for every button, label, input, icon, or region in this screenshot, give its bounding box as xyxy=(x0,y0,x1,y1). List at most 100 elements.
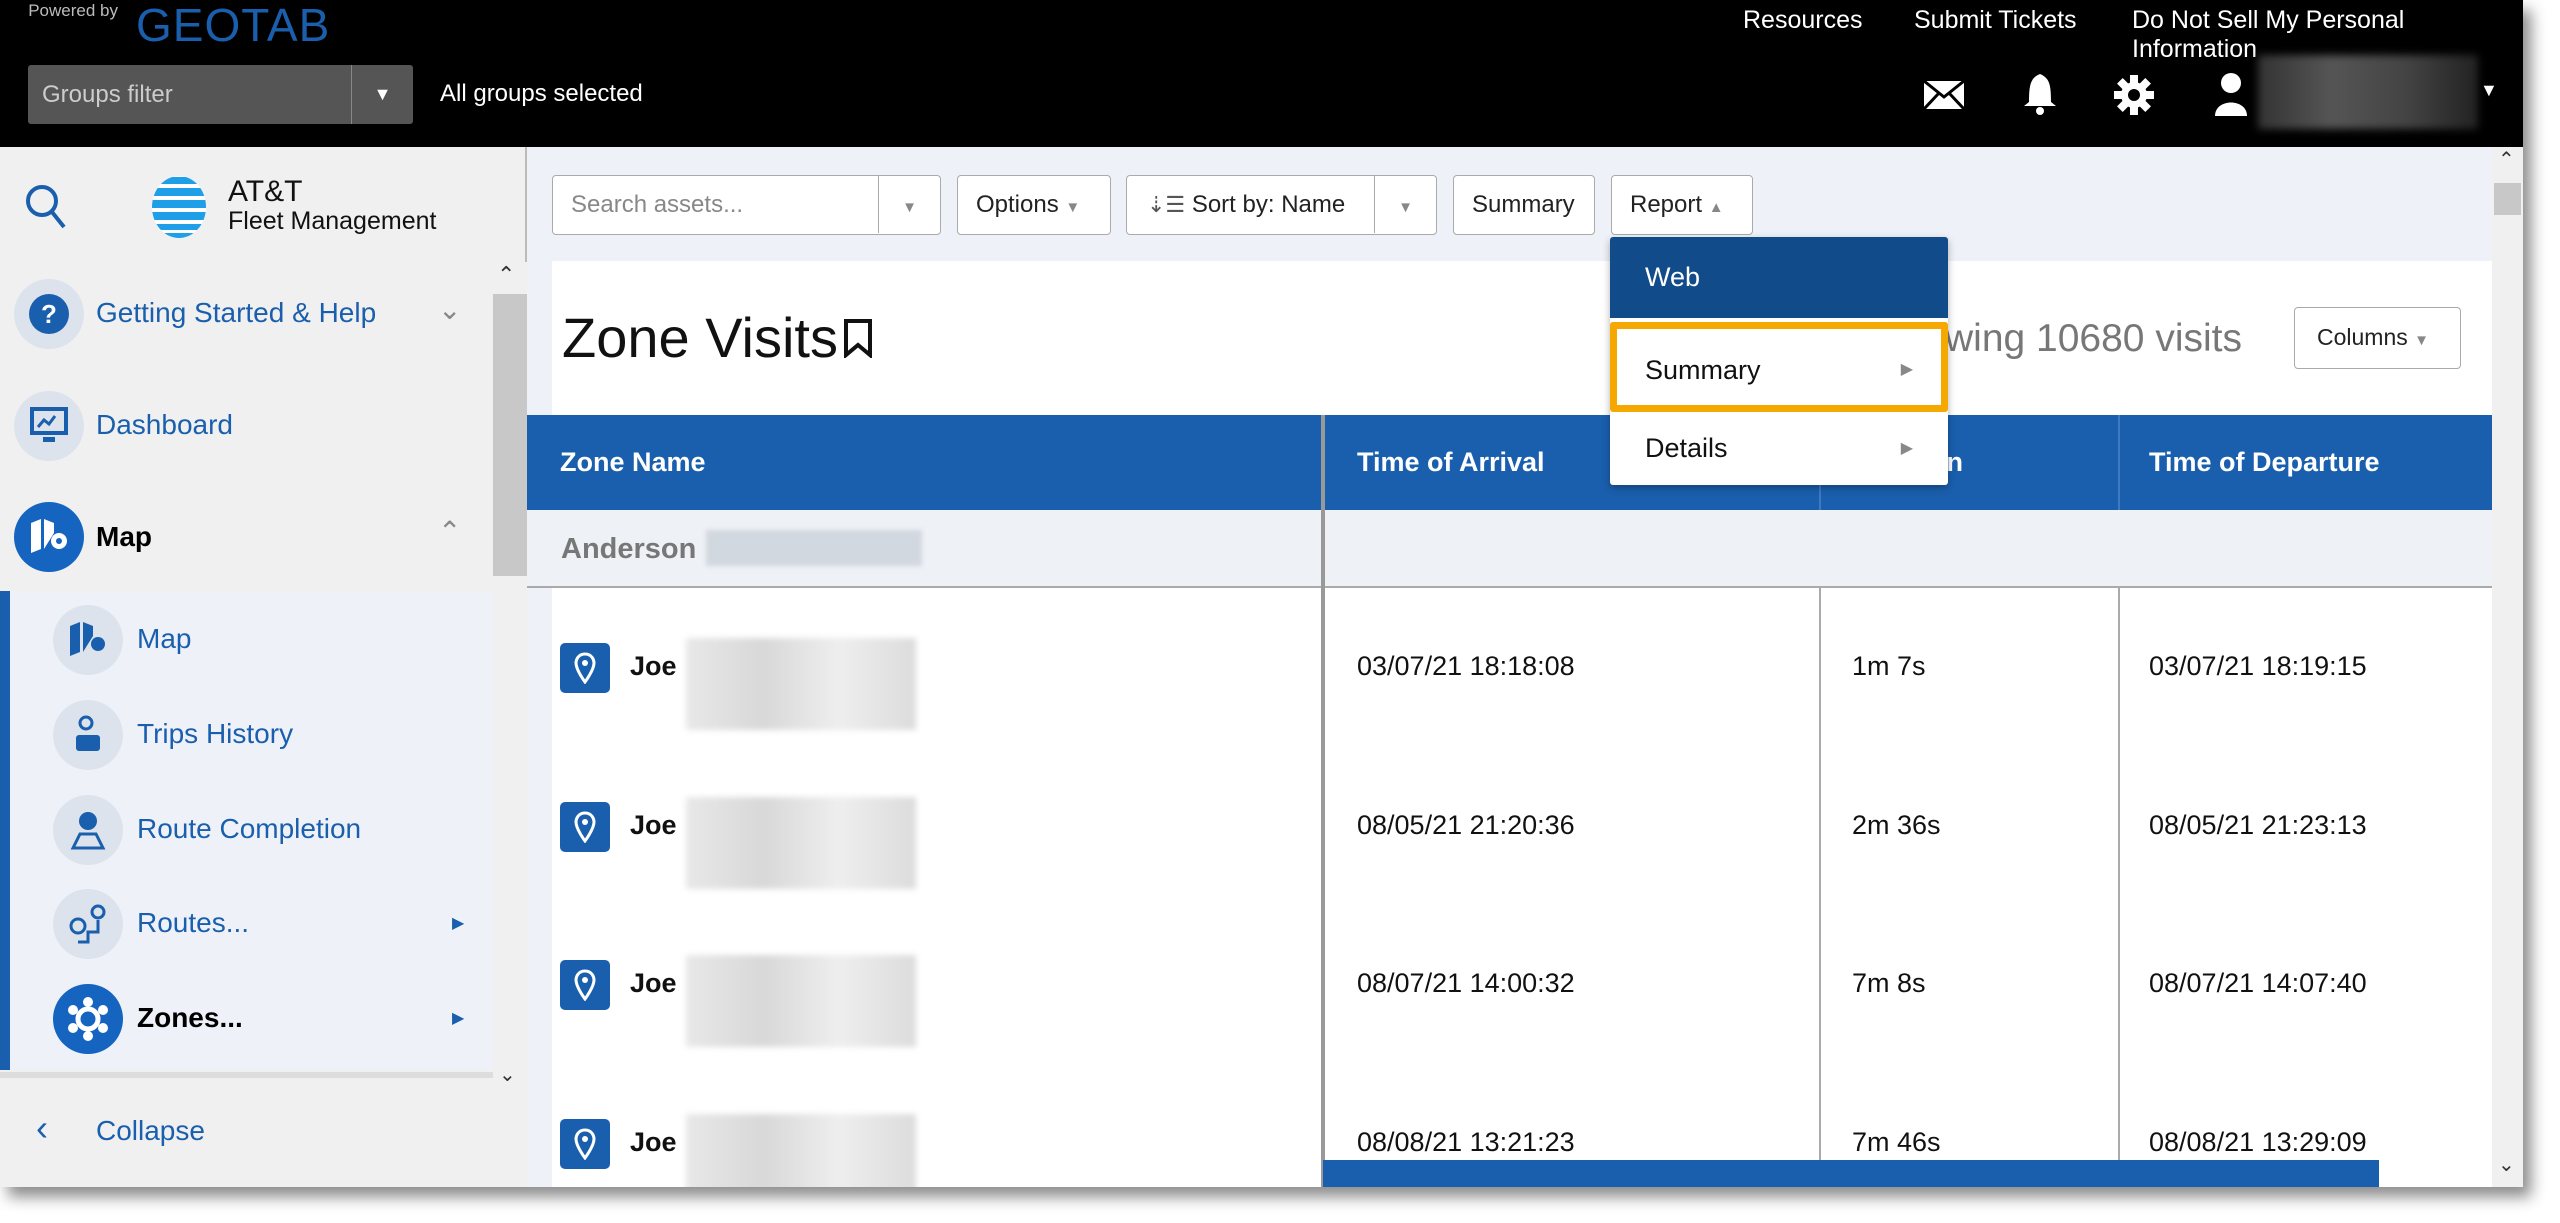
powered-by-label: Powered by xyxy=(28,1,118,20)
zone-name: Joe xyxy=(630,968,677,998)
zone-pin-icon xyxy=(560,801,610,852)
sort-value: Name xyxy=(1281,191,1346,218)
caret-right-icon: ▶ xyxy=(452,915,465,932)
sidebar-scrollbar[interactable]: ⌃ ⌄ xyxy=(493,262,527,1187)
duration: 2m 36s xyxy=(1852,809,1941,840)
chevron-down-icon[interactable]: ⌄ xyxy=(438,293,461,326)
arrival-time: 08/07/21 14:00:32 xyxy=(1357,968,1575,998)
header-time-of-arrival[interactable]: Time of Arrival xyxy=(1357,415,1545,510)
horizontal-scrollbar[interactable] xyxy=(1323,1160,2379,1187)
scroll-down-icon[interactable]: ⌄ xyxy=(499,1062,516,1087)
sidebar-item-label: Routes... xyxy=(137,907,250,938)
report-label: Report xyxy=(1630,191,1703,218)
chevron-up-icon[interactable]: ⌃ xyxy=(438,515,461,548)
menu-item-label: Summary xyxy=(1645,355,1761,385)
report-menu-item-details[interactable]: Details ▶ xyxy=(1610,412,1948,485)
sidebar-item-label: Dashboard xyxy=(96,409,233,440)
zone-pin-icon xyxy=(560,1118,610,1169)
route-completion-icon xyxy=(53,795,123,865)
options-button[interactable]: Options ▼ xyxy=(957,175,1111,235)
zone-name: Joe xyxy=(630,651,677,681)
groups-filter-placeholder: Groups filter xyxy=(42,81,173,108)
sort-by-button[interactable]: ⇣☰ Sort by: Name ▼ xyxy=(1126,175,1437,235)
top-bar: Powered by GEOTAB Resources Submit Ticke… xyxy=(0,0,2523,147)
departure-time: 08/05/21 21:23:13 xyxy=(2149,809,2367,840)
sort-by-label: Sort by: xyxy=(1191,191,1275,218)
app-window: Powered by GEOTAB Resources Submit Ticke… xyxy=(0,0,2523,1187)
sort-icon: ⇣☰ xyxy=(1147,192,1186,217)
sidebar-item-label: Trips History xyxy=(137,718,294,749)
caret-down-icon: ▼ xyxy=(2414,332,2430,349)
zones-icon xyxy=(53,984,123,1054)
divider xyxy=(0,1072,493,1078)
user-icon[interactable] xyxy=(2214,72,2248,116)
caret-up-icon: ▲ xyxy=(1708,199,1724,216)
caret-right-icon: ▶ xyxy=(452,1010,465,1027)
summary-button[interactable]: Summary xyxy=(1453,175,1595,235)
zone-name-redacted xyxy=(686,796,916,889)
routes-icon xyxy=(53,889,123,959)
dashboard-icon xyxy=(14,391,84,461)
geotab-logo: GEOTAB xyxy=(136,0,331,51)
sidebar-item-label: Route Completion xyxy=(137,813,362,844)
sidebar-item-label: Map xyxy=(137,623,192,654)
search-assets-input[interactable]: Search assets... ▼ xyxy=(552,175,941,235)
scroll-down-icon[interactable]: ⌄ xyxy=(2498,1152,2515,1177)
zone-name-redacted xyxy=(686,1113,916,1187)
sidebar: AT&T Fleet Management ⌃ ⌄ ? Getting Star… xyxy=(0,147,527,1187)
zone-name: Joe xyxy=(630,809,677,840)
duration: 1m 7s xyxy=(1852,651,1926,681)
caret-right-icon: ▶ xyxy=(1900,440,1913,457)
search-dropdown-button[interactable]: ▼ xyxy=(878,176,940,233)
user-name-redacted[interactable] xyxy=(2258,55,2478,129)
caret-right-icon: ▶ xyxy=(1900,361,1913,378)
departure-time: 03/07/21 18:19:15 xyxy=(2149,651,2367,681)
group-name-redacted xyxy=(706,530,922,566)
arrival-time: 08/08/21 13:21:23 xyxy=(1357,1126,1575,1157)
report-button[interactable]: Report ▲ xyxy=(1611,175,1753,235)
groups-filter-input[interactable]: Groups filter ▼ xyxy=(28,65,413,124)
columns-label: Columns xyxy=(2317,324,2408,350)
report-menu-item-web[interactable]: Web xyxy=(1610,237,1948,318)
sidebar-scrollbar-thumb[interactable] xyxy=(493,294,527,576)
collapse-label: Collapse xyxy=(96,1115,205,1146)
att-globe-logo xyxy=(152,176,206,238)
search-icon[interactable] xyxy=(24,183,68,231)
zone-pin-icon xyxy=(560,960,610,1010)
groups-status: All groups selected xyxy=(440,80,643,107)
gear-icon[interactable] xyxy=(2114,75,2154,115)
map-icon xyxy=(14,502,84,572)
fleet-management-text: Fleet Management xyxy=(228,207,437,235)
columns-button[interactable]: Columns ▼ xyxy=(2294,307,2461,369)
trips-history-icon xyxy=(53,700,123,770)
main-scrollbar-thumb[interactable] xyxy=(2494,183,2521,215)
scroll-up-icon[interactable]: ⌃ xyxy=(497,262,515,288)
att-logo-text: AT&T xyxy=(228,175,303,208)
groups-filter-dropdown-button[interactable]: ▼ xyxy=(351,65,413,124)
sort-dropdown-button[interactable]: ▼ xyxy=(1374,176,1436,233)
arrival-time: 03/07/21 18:18:08 xyxy=(1357,651,1575,681)
departure-time: 08/07/21 14:07:40 xyxy=(2149,968,2367,998)
header-time-of-departure[interactable]: Time of Departure xyxy=(2149,415,2380,510)
page-title: Zone Visits xyxy=(562,306,838,369)
submit-tickets-link[interactable]: Submit Tickets xyxy=(1914,6,2077,35)
scroll-up-icon[interactable]: ⌃ xyxy=(2498,147,2515,172)
report-menu-item-summary[interactable]: Summary ▶ xyxy=(1610,322,1948,412)
sidebar-item-label: Zones... xyxy=(137,1002,243,1033)
zone-pin-icon xyxy=(560,643,610,693)
user-menu-caret[interactable]: ▼ xyxy=(2480,80,2498,101)
frozen-column-divider xyxy=(1321,415,1325,1187)
zone-name-redacted xyxy=(686,955,916,1047)
report-menu: Web Summary ▶ Details ▶ xyxy=(1610,237,1948,485)
caret-down-icon: ▼ xyxy=(1065,199,1081,216)
mail-icon[interactable] xyxy=(1923,80,1965,110)
departure-time: 08/08/21 13:29:09 xyxy=(2149,1126,2367,1157)
search-placeholder: Search assets... xyxy=(571,191,744,218)
group-name: Anderson xyxy=(561,533,697,565)
resources-link[interactable]: Resources xyxy=(1743,6,1863,35)
bell-icon[interactable] xyxy=(2022,72,2058,116)
main-scrollbar[interactable]: ⌃ ⌄ xyxy=(2492,147,2523,1187)
bookmark-icon[interactable] xyxy=(843,318,873,358)
header-zone-name[interactable]: Zone Name xyxy=(560,415,706,510)
zone-name-redacted xyxy=(686,638,916,730)
